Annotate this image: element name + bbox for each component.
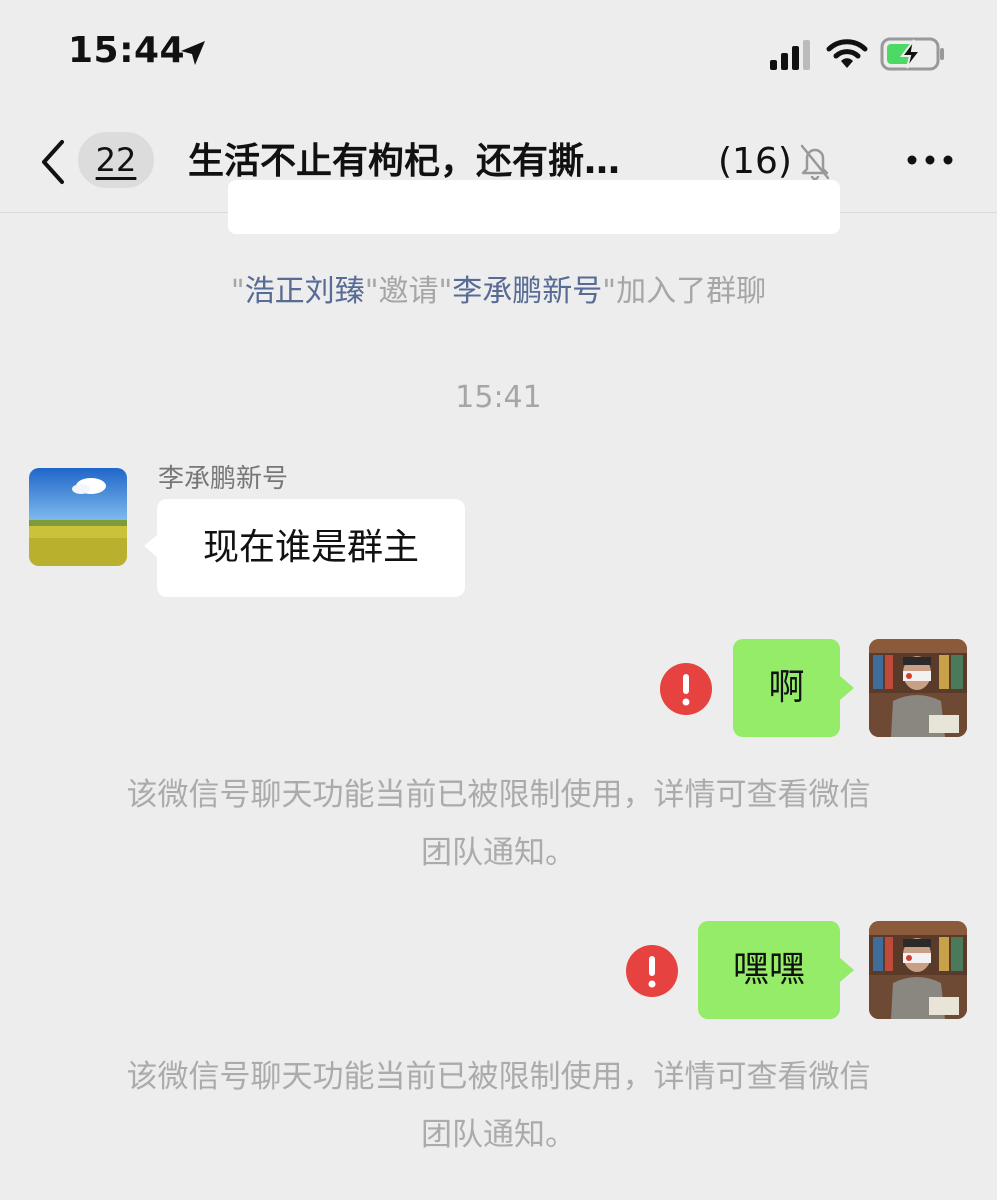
wifi-icon	[826, 39, 868, 68]
landscape-avatar-icon	[29, 468, 127, 566]
user-photo-avatar-icon	[869, 639, 967, 737]
notice-line: 团队通知。	[421, 1117, 576, 1153]
status-time: 15:44	[68, 30, 186, 71]
restriction-notice: 该微信号聊天功能当前已被限制使用，详情可查看微信 团队通知。	[70, 1048, 927, 1164]
invite-text: "邀请"	[364, 274, 453, 309]
inviter-link[interactable]: 浩正刘臻	[245, 274, 365, 309]
message-timestamp: 15:41	[455, 380, 542, 415]
unread-count-badge[interactable]: 22	[78, 132, 154, 188]
notice-line: 团队通知。	[421, 835, 576, 871]
user-photo-avatar-icon	[869, 921, 967, 1019]
back-chevron-icon[interactable]	[36, 138, 68, 186]
my-avatar[interactable]	[869, 639, 967, 737]
invitee-link[interactable]: 李承鹏新号	[452, 274, 602, 309]
incoming-message-bubble[interactable]: 现在谁是群主	[157, 499, 465, 597]
system-join-message: "浩正刘臻"邀请"李承鹏新号"加入了群聊	[0, 266, 997, 318]
cellular-signal-icon	[770, 40, 810, 70]
location-arrow-icon	[181, 41, 205, 65]
restriction-notice: 该微信号聊天功能当前已被限制使用，详情可查看微信 团队通知。	[70, 766, 927, 882]
bubble-tail	[840, 958, 854, 982]
status-bar: 15:44	[0, 0, 997, 110]
notice-line: 该微信号聊天功能当前已被限制使用，详情可查看微信	[126, 1059, 871, 1095]
outgoing-message-bubble[interactable]: 啊	[733, 639, 840, 737]
battery-charging-icon	[880, 37, 944, 71]
more-dots-icon[interactable]	[906, 150, 954, 170]
my-avatar[interactable]	[869, 921, 967, 1019]
mute-bell-icon	[800, 144, 830, 180]
notice-line: 该微信号聊天功能当前已被限制使用，详情可查看微信	[126, 777, 871, 813]
send-failed-icon[interactable]	[659, 662, 713, 716]
previous-message-card[interactable]	[228, 180, 840, 234]
bubble-tail	[144, 534, 158, 558]
join-text: "加入了群聊	[602, 274, 767, 309]
bubble-tail	[840, 676, 854, 700]
outgoing-message-bubble[interactable]: 嘿嘿	[698, 921, 840, 1019]
quote-mark: "	[230, 274, 245, 309]
send-failed-icon[interactable]	[625, 944, 679, 998]
sender-name: 李承鹏新号	[158, 464, 289, 494]
sender-avatar[interactable]	[29, 468, 127, 566]
